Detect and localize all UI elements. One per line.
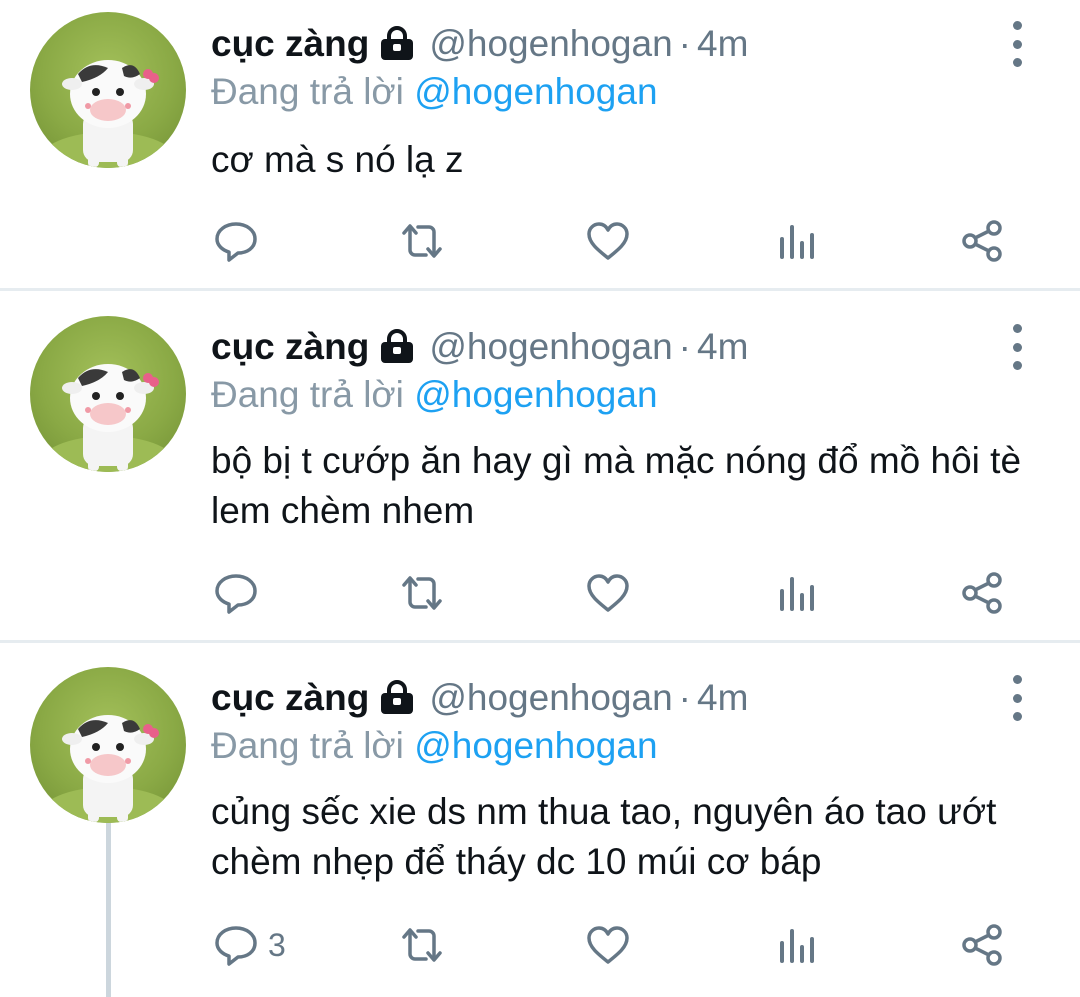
reply-mention-link[interactable]: @hogenhogan (414, 71, 657, 112)
like-button[interactable] (584, 563, 632, 623)
lock-icon (377, 326, 417, 376)
more-dot (1012, 712, 1022, 721)
tweet-header: cục zàng @hogenhogan · 4m (211, 673, 748, 723)
replying-to: Đang trả lời @hogenhogan (211, 371, 658, 419)
tweet-text: củng sếc xie ds nm thua tao, nguyên áo t… (211, 791, 997, 882)
separator-dot: · (678, 677, 691, 718)
tweet[interactable]: cục zàng @hogenhogan · 4m Đang trả lời @hog… (0, 291, 1080, 640)
share-button[interactable] (958, 915, 1006, 975)
cow-avatar-icon (38, 715, 178, 823)
lock-icon (377, 677, 417, 727)
user-handle[interactable]: @hogenhogan (429, 23, 672, 64)
analytics-icon (780, 225, 814, 259)
tweet[interactable]: cục zàng @hogenhogan · 4m Đang trả lời @hog… (0, 643, 1080, 997)
analytics-button[interactable] (772, 563, 820, 623)
display-name[interactable]: cục zàng (211, 326, 369, 367)
separator-dot: · (678, 23, 691, 64)
like-button[interactable] (584, 915, 632, 975)
replying-to: Đang trả lời @hogenhogan (211, 68, 658, 116)
heart-icon (587, 574, 629, 612)
separator-dot: · (678, 326, 691, 367)
avatar[interactable] (30, 316, 186, 472)
reply-button[interactable] (212, 563, 268, 623)
cow-avatar-icon (38, 364, 178, 472)
retweet-button[interactable] (398, 211, 446, 271)
heart-icon (587, 222, 629, 260)
retweet-button[interactable] (398, 563, 446, 623)
tweet-header: cục zàng @hogenhogan · 4m (211, 322, 748, 372)
reply-count: 3 (268, 926, 286, 963)
more-dot (1012, 693, 1022, 703)
more-dot (1012, 21, 1022, 30)
timestamp[interactable]: 4m (697, 677, 748, 718)
retweet-button[interactable] (398, 915, 446, 975)
cow-avatar-icon (38, 60, 178, 168)
comment-icon (215, 222, 257, 262)
more-options-button[interactable] (1004, 324, 1030, 370)
analytics-button[interactable] (772, 211, 820, 271)
action-bar: 3 (0, 915, 1080, 975)
reply-button[interactable]: 3 (212, 915, 286, 975)
tweet-text: bộ bị t cướp ăn hay gì mà mặc nóng đổ mồ… (211, 440, 1022, 531)
analytics-button[interactable] (772, 915, 820, 975)
retweet-icon (402, 224, 442, 258)
more-options-button[interactable] (1004, 21, 1030, 67)
retweet-icon (402, 576, 442, 610)
display-name[interactable]: cục zàng (211, 23, 369, 64)
reply-mention-link[interactable]: @hogenhogan (414, 725, 657, 766)
avatar[interactable] (30, 667, 186, 823)
share-button[interactable] (958, 563, 1006, 623)
like-button[interactable] (584, 211, 632, 271)
reply-button[interactable] (212, 211, 268, 271)
comment-icon (215, 574, 257, 614)
share-button[interactable] (958, 211, 1006, 271)
more-options-button[interactable] (1004, 675, 1030, 721)
replying-to: Đang trả lời @hogenhogan (211, 722, 658, 770)
analytics-icon (780, 929, 814, 963)
share-icon (962, 220, 1002, 262)
more-dot (1012, 342, 1022, 352)
share-icon (962, 572, 1002, 614)
more-dot (1012, 361, 1022, 370)
user-handle[interactable]: @hogenhogan (429, 326, 672, 367)
display-name[interactable]: cục zàng (211, 677, 369, 718)
action-bar (0, 563, 1080, 623)
tweet-header: cục zàng @hogenhogan · 4m (211, 19, 748, 69)
heart-icon (587, 926, 629, 964)
reply-prefix: Đang trả lời (211, 71, 404, 112)
reply-prefix: Đang trả lời (211, 725, 404, 766)
lock-icon (377, 23, 417, 73)
avatar[interactable] (30, 12, 186, 168)
retweet-icon (402, 928, 442, 962)
more-dot (1012, 58, 1022, 67)
timestamp[interactable]: 4m (697, 23, 748, 64)
more-dot (1012, 675, 1022, 684)
timestamp[interactable]: 4m (697, 326, 748, 367)
user-handle[interactable]: @hogenhogan (429, 677, 672, 718)
comment-icon (215, 926, 257, 966)
analytics-icon (780, 577, 814, 611)
more-dot (1012, 39, 1022, 49)
more-dot (1012, 324, 1022, 333)
tweet-text: cơ mà s nó lạ z (211, 139, 464, 180)
action-bar (0, 211, 1080, 271)
share-icon (962, 924, 1002, 966)
tweet[interactable]: cục zàng @hogenhogan · 4m Đang trả lời @hog… (0, 0, 1080, 288)
reply-prefix: Đang trả lời (211, 374, 404, 415)
reply-mention-link[interactable]: @hogenhogan (414, 374, 657, 415)
